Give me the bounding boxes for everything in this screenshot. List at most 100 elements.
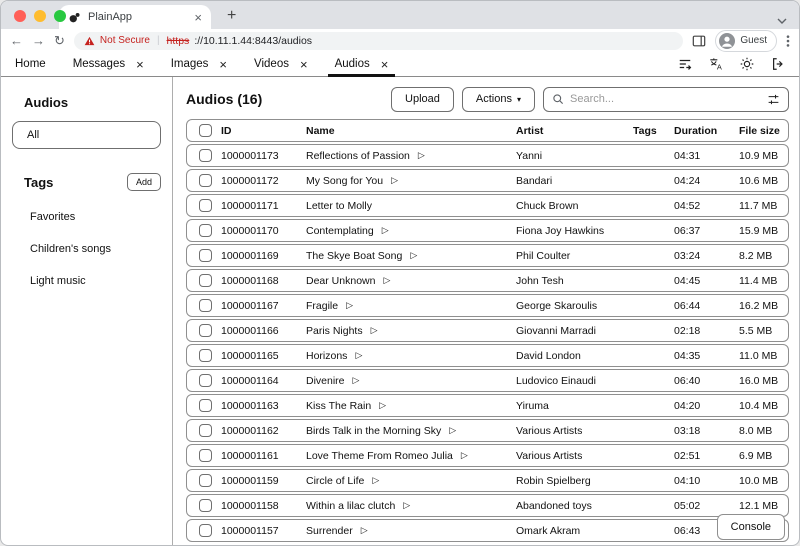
row-name-cell: Fragile ▷ <box>306 300 516 312</box>
nav-tab-audios[interactable]: Audios × <box>335 52 389 76</box>
add-tag-button[interactable]: Add <box>127 173 161 191</box>
table-row[interactable]: 1000001169 The Skye Boat Song ▷ Phil Cou… <box>186 244 789 267</box>
table-row[interactable]: 1000001157 Surrender ▷ Omark Akram 06:43 <box>186 519 789 542</box>
sidebar-title: Audios <box>24 95 161 110</box>
play-icon[interactable]: ▷ <box>371 326 378 335</box>
row-checkbox[interactable] <box>199 199 212 212</box>
column-header-tags[interactable]: Tags <box>633 125 674 137</box>
back-icon[interactable]: ← <box>10 34 23 47</box>
browser-menu-icon[interactable] <box>786 34 790 48</box>
translate-icon[interactable]: A <box>709 57 723 71</box>
filter-tune-icon[interactable] <box>767 93 780 106</box>
table-row[interactable]: 1000001164 Divenire ▷ Ludovico Einaudi 0… <box>186 369 789 392</box>
close-window-icon[interactable] <box>14 10 26 22</box>
play-icon[interactable]: ▷ <box>403 501 410 510</box>
row-checkbox[interactable] <box>199 449 212 462</box>
light-mode-icon[interactable] <box>740 57 754 71</box>
row-name-cell: Horizons ▷ <box>306 350 516 362</box>
nav-tab-videos[interactable]: Videos × <box>254 52 308 76</box>
row-checkbox[interactable] <box>199 524 212 537</box>
play-icon[interactable]: ▷ <box>372 476 379 485</box>
play-icon[interactable]: ▷ <box>449 426 456 435</box>
play-icon[interactable]: ▷ <box>382 226 389 235</box>
row-checkbox[interactable] <box>199 374 212 387</box>
tab-close-icon[interactable]: × <box>194 11 202 24</box>
table-row[interactable]: 1000001171 Letter to Molly Chuck Brown 0… <box>186 194 789 217</box>
row-checkbox[interactable] <box>199 274 212 287</box>
sidebar-item-all[interactable]: All <box>12 121 161 149</box>
profile-chip[interactable]: Guest <box>715 30 777 52</box>
table-row[interactable]: 1000001161 Love Theme From Romeo Julia ▷… <box>186 444 789 467</box>
play-icon[interactable]: ▷ <box>461 451 468 460</box>
not-secure-label[interactable]: Not Secure <box>100 35 150 46</box>
table-row[interactable]: 1000001158 Within a lilac clutch ▷ Aband… <box>186 494 789 517</box>
row-artist: Chuck Brown <box>516 200 633 212</box>
table-row[interactable]: 1000001165 Horizons ▷ David London 04:35… <box>186 344 789 367</box>
table-row[interactable]: 1000001159 Circle of Life ▷ Robin Spielb… <box>186 469 789 492</box>
table-row[interactable]: 1000001166 Paris Nights ▷ Giovanni Marra… <box>186 319 789 342</box>
play-icon[interactable]: ▷ <box>383 276 390 285</box>
logout-icon[interactable] <box>771 57 785 71</box>
nav-tab-home[interactable]: Home <box>15 52 46 76</box>
minimize-window-icon[interactable] <box>34 10 46 22</box>
table-row[interactable]: 1000001167 Fragile ▷ George Skaroulis 06… <box>186 294 789 317</box>
side-panel-icon[interactable] <box>692 34 706 48</box>
row-checkbox[interactable] <box>199 174 212 187</box>
row-checkbox[interactable] <box>199 224 212 237</box>
close-icon[interactable]: × <box>381 58 389 71</box>
zoom-window-icon[interactable] <box>54 10 66 22</box>
close-icon[interactable]: × <box>219 58 227 71</box>
play-icon[interactable]: ▷ <box>418 151 425 160</box>
column-header-artist[interactable]: Artist <box>516 125 633 137</box>
new-tab-button[interactable]: + <box>227 7 236 25</box>
column-header-duration[interactable]: Duration <box>674 125 739 137</box>
table-row[interactable]: 1000001172 My Song for You ▷ Bandari 04:… <box>186 169 789 192</box>
row-name: My Song for You <box>306 175 383 187</box>
row-artist: Various Artists <box>516 450 633 462</box>
row-checkbox[interactable] <box>199 324 212 337</box>
row-checkbox[interactable] <box>199 149 212 162</box>
column-header-file-size[interactable]: File size <box>739 125 788 137</box>
row-checkbox[interactable] <box>199 399 212 412</box>
table-row[interactable]: 1000001168 Dear Unknown ▷ John Tesh 04:4… <box>186 269 789 292</box>
play-icon[interactable]: ▷ <box>355 351 362 360</box>
reload-icon[interactable]: ↻ <box>54 34 65 47</box>
table-row[interactable]: 1000001163 Kiss The Rain ▷ Yiruma 04:20 … <box>186 394 789 417</box>
address-bar[interactable]: Not Secure | https://10.11.1.44:8443/aud… <box>74 32 683 50</box>
row-checkbox[interactable] <box>199 299 212 312</box>
row-checkbox[interactable] <box>199 349 212 362</box>
play-icon[interactable]: ▷ <box>346 301 353 310</box>
row-checkbox[interactable] <box>199 249 212 262</box>
column-header-name[interactable]: Name <box>306 125 516 137</box>
main-content: Audios (16) Upload Actions ▾ Search... <box>173 77 799 546</box>
close-icon[interactable]: × <box>136 58 144 71</box>
row-checkbox[interactable] <box>199 499 212 512</box>
play-icon[interactable]: ▷ <box>353 376 360 385</box>
table-row[interactable]: 1000001170 Contemplating ▷ Fiona Joy Haw… <box>186 219 789 242</box>
select-all-checkbox[interactable] <box>199 124 212 137</box>
sidebar-item-light-music[interactable]: Light music <box>12 265 161 297</box>
search-input[interactable]: Search... <box>543 87 789 112</box>
close-icon[interactable]: × <box>300 58 308 71</box>
sidebar-item-favorites[interactable]: Favorites <box>12 201 161 233</box>
column-header-id[interactable]: ID <box>221 125 306 137</box>
row-checkbox[interactable] <box>199 424 212 437</box>
row-checkbox[interactable] <box>199 474 212 487</box>
tab-search-chevron-icon[interactable] <box>777 11 787 29</box>
nav-tab-messages[interactable]: Messages × <box>73 52 144 76</box>
play-icon[interactable]: ▷ <box>410 251 417 260</box>
forward-icon[interactable]: → <box>32 34 45 47</box>
upload-button[interactable]: Upload <box>391 87 454 112</box>
table-row[interactable]: 1000001173 Reflections of Passion ▷ Yann… <box>186 144 789 167</box>
sidebar-item-childrens-songs[interactable]: Children's songs <box>12 233 161 265</box>
avatar <box>719 33 735 49</box>
play-icon[interactable]: ▷ <box>361 526 368 535</box>
play-icon[interactable]: ▷ <box>391 176 398 185</box>
play-icon[interactable]: ▷ <box>379 401 386 410</box>
tasks-icon[interactable] <box>678 57 692 71</box>
table-row[interactable]: 1000001162 Birds Talk in the Morning Sky… <box>186 419 789 442</box>
browser-tab[interactable]: PlainApp × <box>59 5 211 29</box>
actions-button[interactable]: Actions ▾ <box>462 87 535 112</box>
console-button[interactable]: Console <box>717 514 785 540</box>
nav-tab-images[interactable]: Images × <box>171 52 227 76</box>
